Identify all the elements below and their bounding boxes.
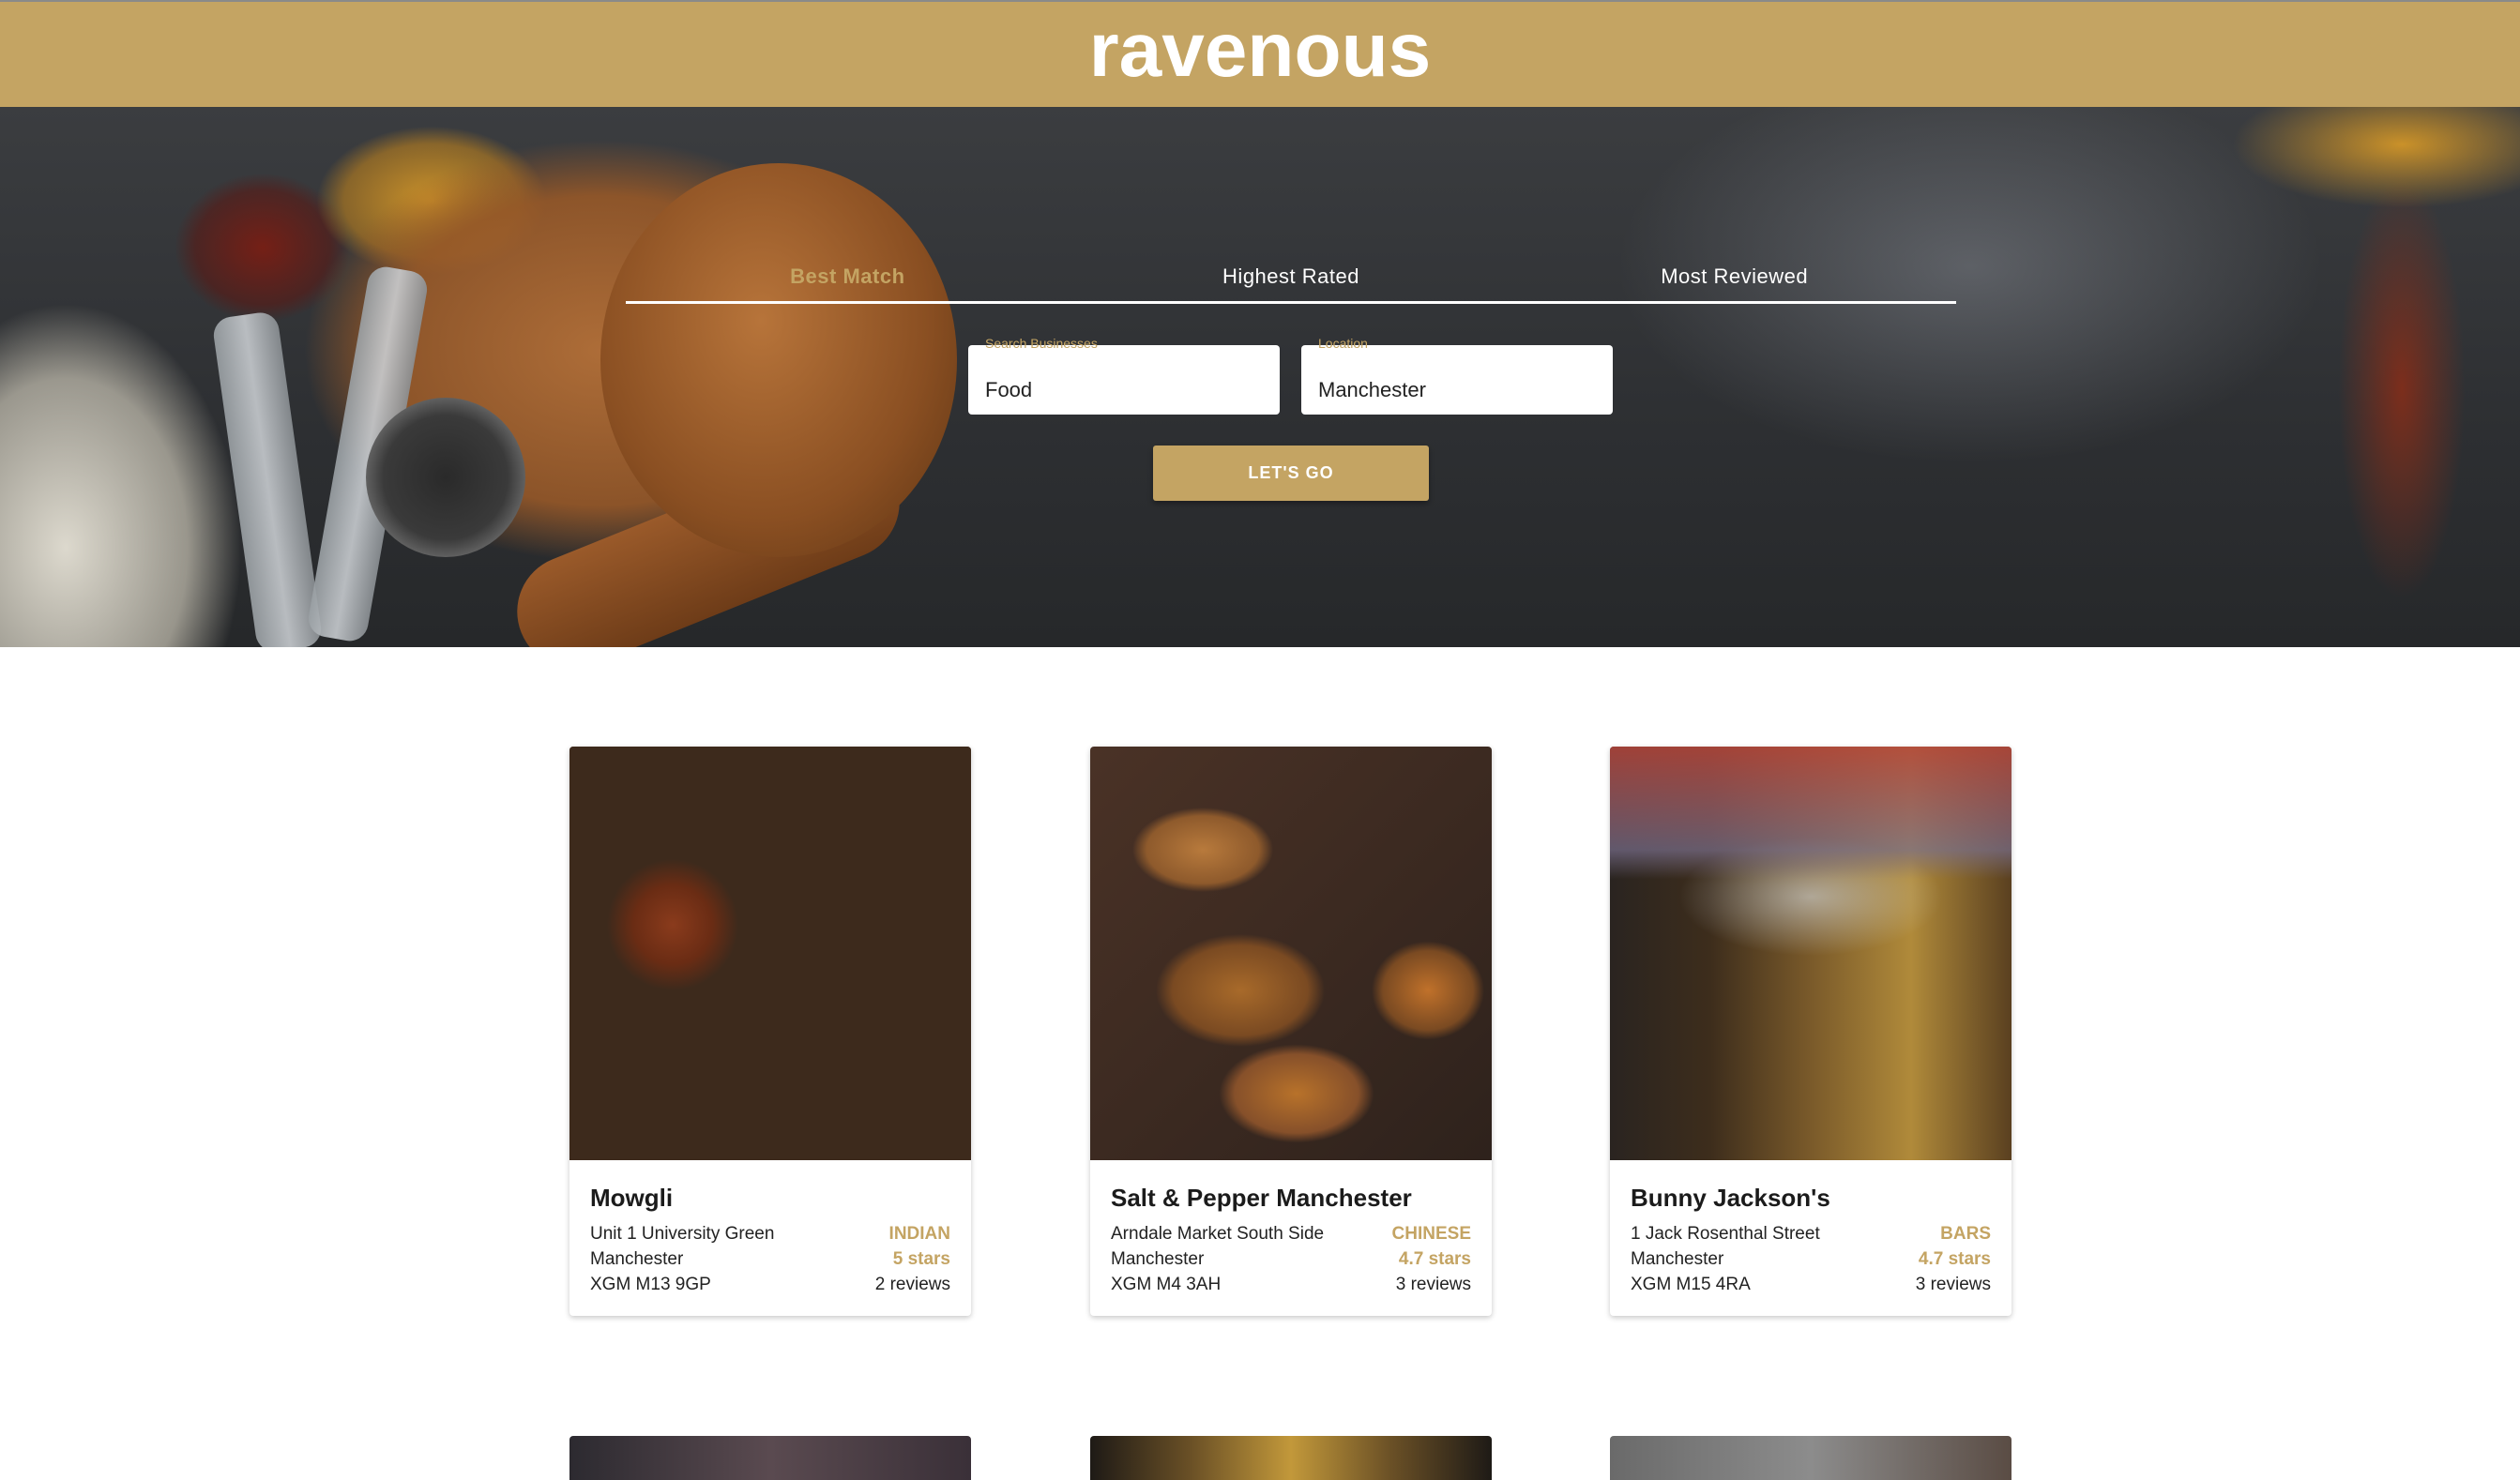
address-line: Unit 1 University Green — [590, 1224, 775, 1244]
header-bar: ravenous — [0, 0, 2520, 107]
business-card[interactable]: Mowgli Unit 1 University Green Mancheste… — [569, 747, 971, 1316]
tab-highest-rated[interactable]: Highest Rated — [1070, 253, 1513, 301]
business-card[interactable]: Bunny Jackson's 1 Jack Rosenthal Street … — [1610, 747, 2011, 1316]
business-category: INDIAN — [888, 1224, 950, 1244]
business-card[interactable]: Salt & Pepper Manchester Arndale Market … — [1090, 747, 1492, 1316]
address-region: XGM M4 3AH — [1111, 1275, 1222, 1294]
business-address: Unit 1 University Green Manchester XGM M… — [590, 1221, 774, 1297]
lets-go-button[interactable]: LET'S GO — [1153, 446, 1429, 501]
brand-logo[interactable]: ravenous — [1089, 7, 1432, 95]
business-address: Arndale Market South Side Manchester XGM… — [1111, 1221, 1324, 1297]
search-term-input[interactable] — [968, 345, 1280, 415]
hero-wooden-spoon — [600, 163, 957, 557]
business-rating: 4.7 stars — [1398, 1249, 1471, 1269]
business-name: Bunny Jackson's — [1631, 1184, 1830, 1212]
business-review-count: 3 reviews — [1395, 1275, 1471, 1294]
tab-most-reviewed[interactable]: Most Reviewed — [1512, 253, 1956, 301]
sort-tabs: Best Match Highest Rated Most Reviewed — [626, 253, 1956, 304]
business-review-count: 2 reviews — [874, 1275, 950, 1294]
address-city: Manchester — [590, 1249, 684, 1269]
business-meta: BARS 4.7 stars 3 reviews — [1916, 1221, 1991, 1297]
business-card-partial[interactable] — [1610, 1436, 2011, 1480]
address-region: XGM M15 4RA — [1631, 1275, 1751, 1294]
address-line: 1 Jack Rosenthal Street — [1631, 1224, 1820, 1244]
business-photo — [1610, 747, 2011, 1160]
hero-measuring-spoon — [211, 310, 324, 647]
business-rating: 5 stars — [892, 1249, 950, 1269]
business-photo — [1090, 747, 1492, 1160]
business-rating: 4.7 stars — [1918, 1249, 1991, 1269]
location-input[interactable] — [1301, 345, 1613, 415]
address-region: XGM M13 9GP — [590, 1275, 711, 1294]
search-term-field[interactable]: Search Businesses — [968, 336, 1280, 415]
business-category: BARS — [1940, 1224, 1991, 1244]
business-card-partial[interactable] — [569, 1436, 971, 1480]
business-address: 1 Jack Rosenthal Street Manchester XGM M… — [1631, 1221, 1820, 1297]
address-city: Manchester — [1111, 1249, 1205, 1269]
business-review-count: 3 reviews — [1915, 1275, 1991, 1294]
hero-pepper-bowl — [366, 398, 525, 557]
location-field[interactable]: Location — [1301, 336, 1613, 415]
address-city: Manchester — [1631, 1249, 1724, 1269]
business-name: Salt & Pepper Manchester — [1111, 1184, 1412, 1212]
business-meta: INDIAN 5 stars 2 reviews — [875, 1221, 950, 1297]
address-line: Arndale Market South Side — [1111, 1224, 1325, 1244]
tab-best-match[interactable]: Best Match — [626, 253, 1070, 301]
business-card-partial[interactable] — [1090, 1436, 1492, 1480]
business-photo — [569, 747, 971, 1160]
business-meta: CHINESE 4.7 stars 3 reviews — [1392, 1221, 1471, 1297]
business-category: CHINESE — [1391, 1224, 1471, 1244]
business-name: Mowgli — [590, 1184, 674, 1212]
